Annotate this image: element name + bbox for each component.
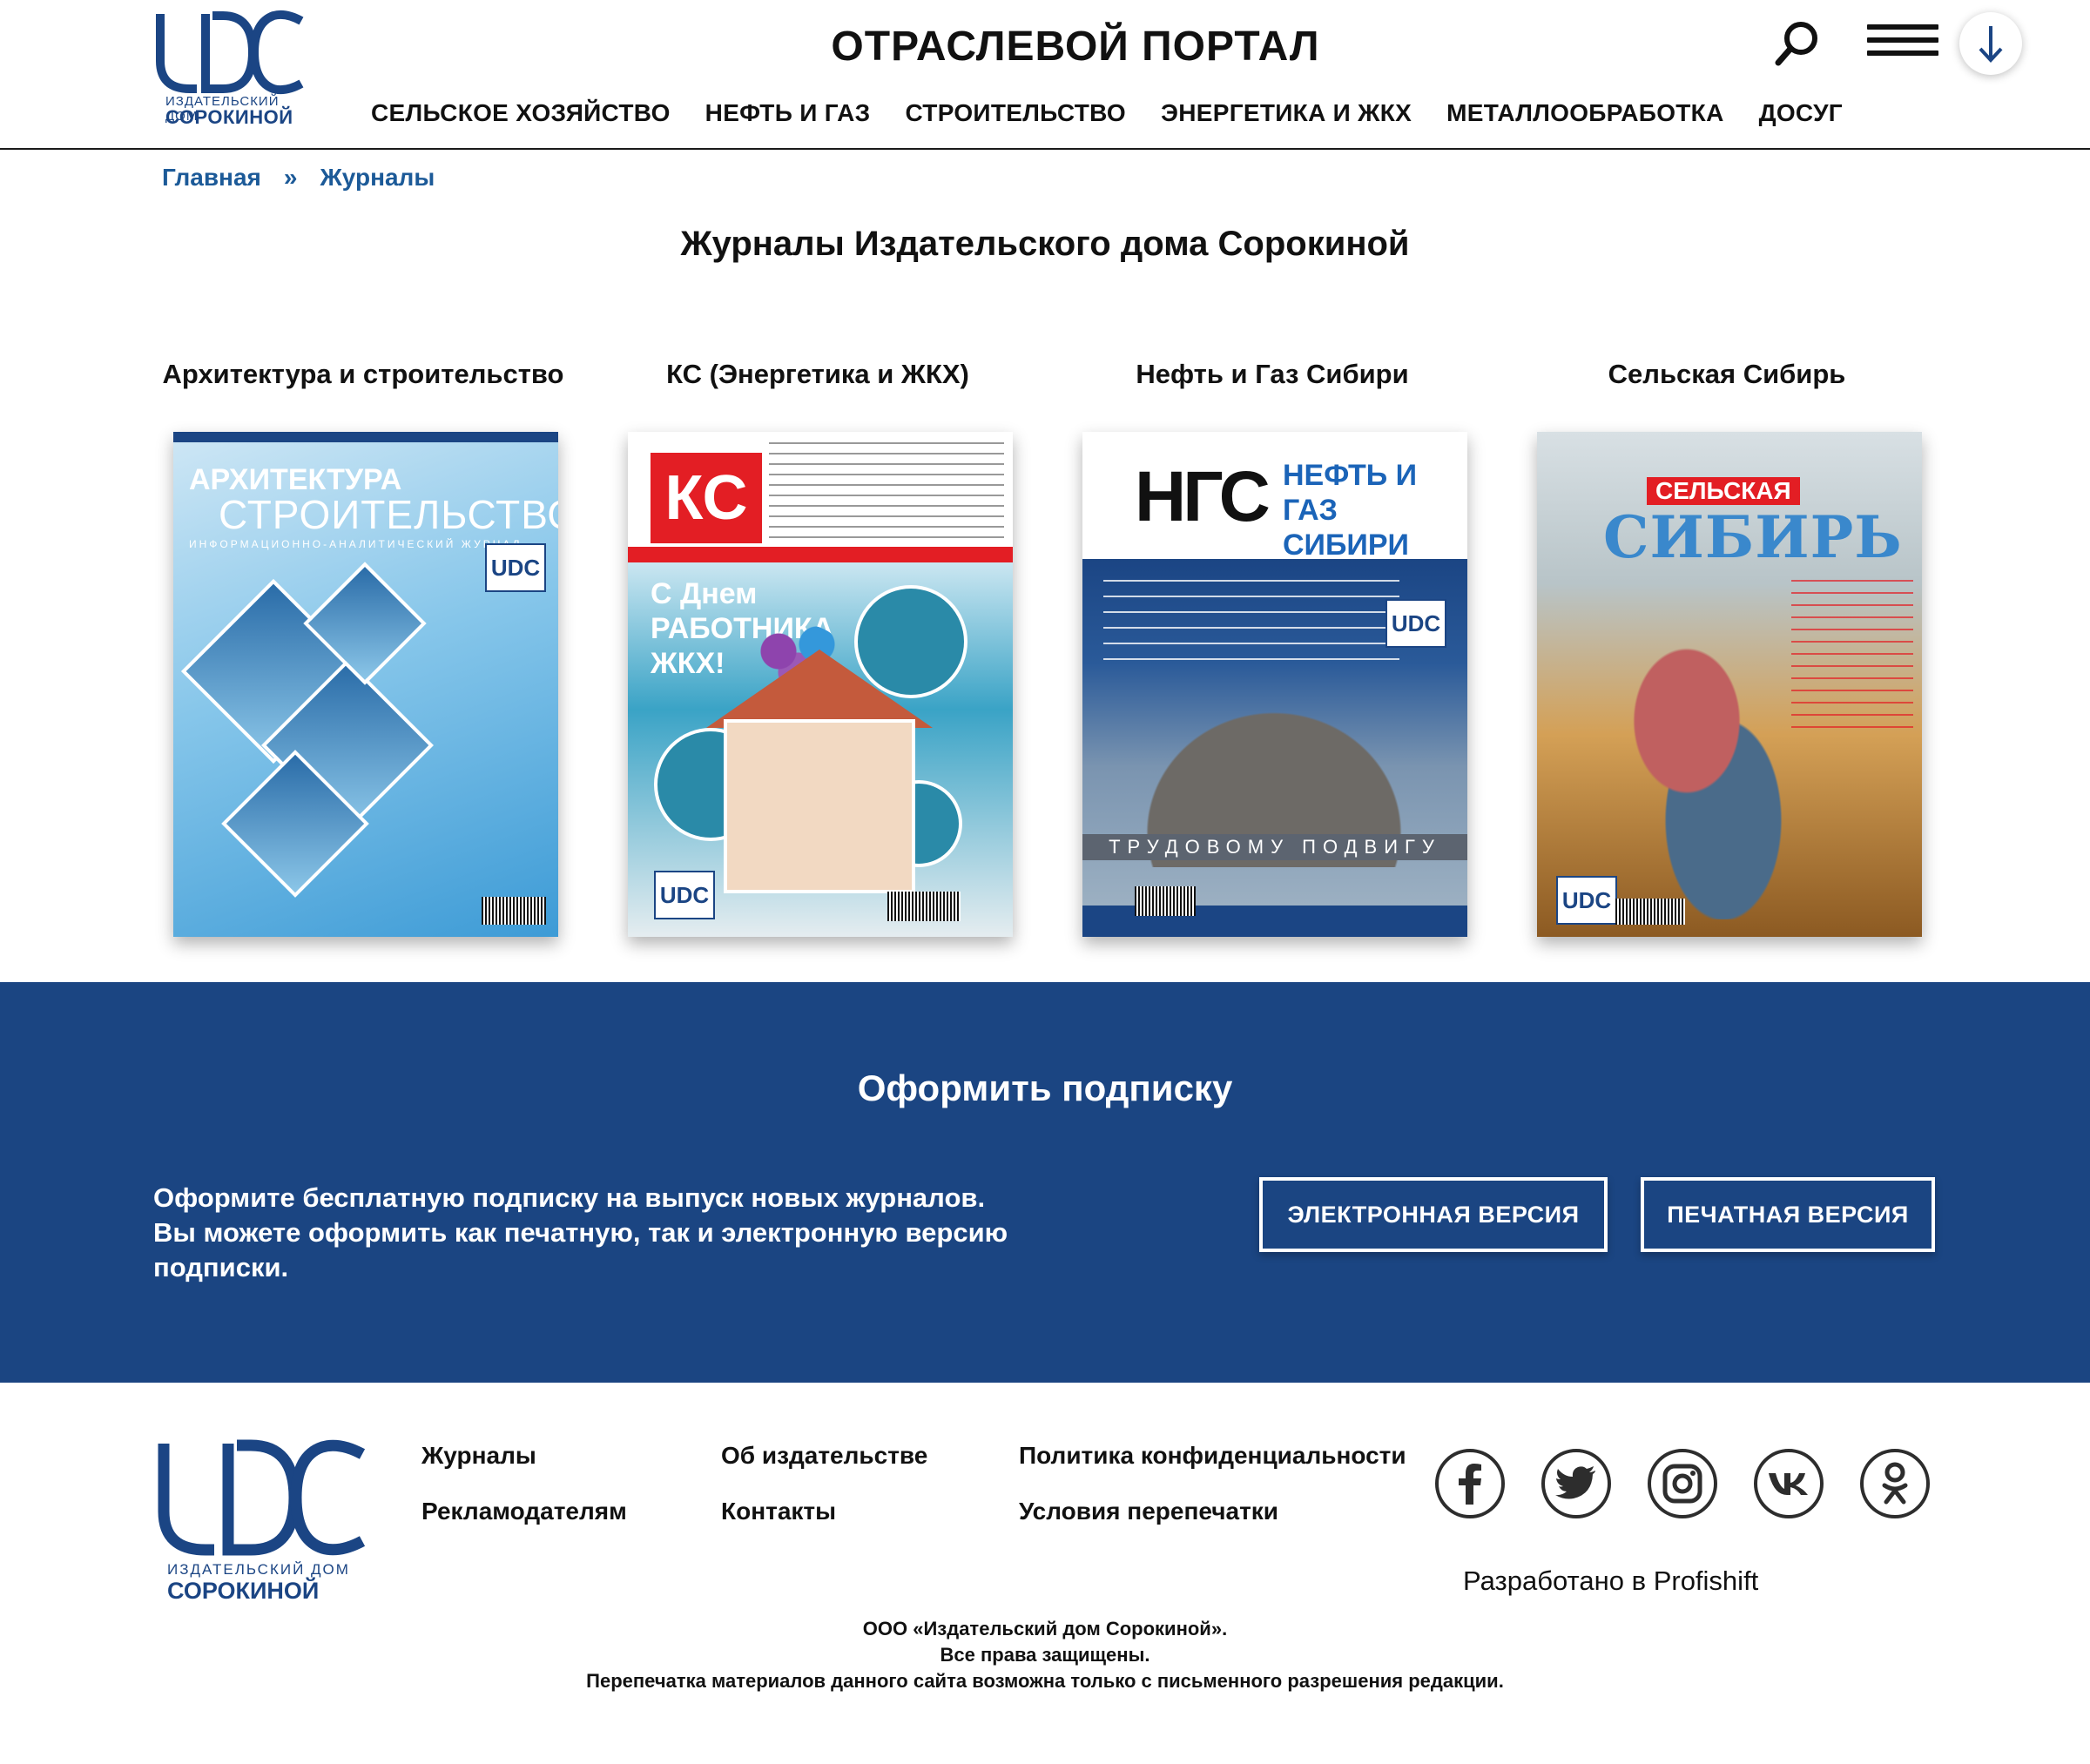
footer-link-advertisers[interactable]: Рекламодателям (421, 1498, 627, 1525)
magazine-cover[interactable]: НГС НЕФТЬ И ГАЗ СИБИРИ UDC ТРУДОВОМУ ПОДВ… (1082, 432, 1467, 937)
cover-title: С Днем (651, 577, 758, 610)
developer-credit[interactable]: Разработано в Profishift (1463, 1565, 1758, 1597)
cover-subtitle: ИНФОРМАЦИОННО-АНАЛИТИЧЕСКИЙ ЖУРНАЛ (189, 538, 522, 550)
udc-logo-icon: UDC (654, 871, 715, 919)
svg-text:СОРОКИНОЙ: СОРОКИНОЙ (167, 1577, 319, 1602)
magazine-title[interactable]: Сельская Сибирь (1522, 359, 1932, 411)
magazine-card[interactable]: Архитектура и строительство АРХИТЕКТУРА … (158, 359, 568, 937)
subscribe-text: Оформите бесплатную подписку на выпуск н… (153, 1182, 1008, 1283)
footer-link-journals[interactable]: Журналы (421, 1442, 536, 1470)
nav-oil-gas[interactable]: НЕФТЬ И ГАЗ (705, 99, 871, 127)
breadcrumb: Главная » Журналы (162, 164, 435, 192)
facebook-icon[interactable] (1435, 1449, 1505, 1518)
breadcrumb-journals[interactable]: Журналы (320, 164, 435, 192)
cover-banner: ТРУДОВОМУ ПОДВИГУ (1082, 834, 1467, 860)
menu-icon[interactable] (1867, 24, 1938, 61)
magazine-title[interactable]: Нефть и Газ Сибири (1068, 359, 1477, 411)
electronic-version-button[interactable]: ЭЛЕКТРОННАЯ ВЕРСИЯ (1259, 1177, 1608, 1252)
legal-rights: Все права защищены. (940, 1644, 1150, 1666)
footer-logo[interactable]: ИЗДАТЕЛЬСКИЙ ДОМ СОРОКИНОЙ (157, 1437, 366, 1604)
breadcrumb-separator: » (283, 164, 298, 191)
footer-link-about[interactable]: Об издательстве (721, 1442, 927, 1470)
legal-notice: ООО «Издательский дом Сорокиной». Все пр… (0, 1616, 2090, 1694)
cover-title: СЕЛЬСКАЯ (1647, 477, 1800, 505)
instagram-icon[interactable] (1648, 1449, 1717, 1518)
svg-text:ИЗДАТЕЛЬСКИЙ ДОМ: ИЗДАТЕЛЬСКИЙ ДОМ (167, 1561, 350, 1578)
legal-reprint: Перепечатка материалов данного сайта воз… (586, 1670, 1504, 1692)
magazine-title[interactable]: Архитектура и строительство (158, 359, 568, 411)
footer-link-reprint[interactable]: Условия перепечатки (1019, 1498, 1278, 1525)
portal-title: ОТРАСЛЕВОЙ ПОРТАЛ (831, 24, 1320, 70)
udc-logo-icon: UDC (485, 543, 546, 592)
magazine-cover[interactable]: СЕЛЬСКАЯ СИБИРЬ UDC (1537, 432, 1922, 937)
nav-agriculture[interactable]: СЕЛЬСКОЕ ХОЗЯЙСТВО (371, 99, 671, 127)
subscribe-title: Оформить подписку (857, 1067, 1233, 1108)
main-nav: СЕЛЬСКОЕ ХОЗЯЙСТВО НЕФТЬ И ГАЗ СТРОИТЕЛЬ… (371, 99, 1843, 127)
nav-energy[interactable]: ЭНЕРГЕТИКА И ЖКХ (1161, 99, 1412, 127)
footer-link-contacts[interactable]: Контакты (721, 1498, 836, 1525)
magazine-card[interactable]: Сельская Сибирь СЕЛЬСКАЯ СИБИРЬ UDC (1522, 359, 1932, 937)
vk-icon[interactable] (1754, 1449, 1824, 1518)
magazine-card[interactable]: КС (Энергетика и ЖКХ) КС С Днем РАБОТНИКА… (613, 359, 1022, 937)
subscribe-section: Оформить подписку Оформите бесплатную по… (0, 982, 2090, 1383)
print-version-button[interactable]: ПЕЧАТНАЯ ВЕРСИЯ (1641, 1177, 1935, 1252)
udc-logo-icon (156, 10, 304, 95)
nav-metalworking[interactable]: МЕТАЛЛООБРАБОТКА (1446, 99, 1723, 127)
magazine-card[interactable]: Нефть и Газ Сибири НГС НЕФТЬ И ГАЗ СИБИРИ… (1068, 359, 1477, 937)
nav-construction[interactable]: СТРОИТЕЛЬСТВО (905, 99, 1126, 127)
udc-logo-icon: UDC (1556, 876, 1617, 925)
udc-logo-icon: UDC (1385, 599, 1446, 648)
footer-link-privacy[interactable]: Политика конфиденциальности (1019, 1442, 1406, 1470)
page-title: Журналы Издательского дома Сорокиной (680, 225, 1410, 263)
magazine-title[interactable]: КС (Энергетика и ЖКХ) (613, 359, 1022, 411)
site-header: ИЗДАТЕЛЬСКИЙ ДОМ СОРОКИНОЙ ОТРАСЛЕВОЙ ПО… (0, 0, 2090, 150)
cover-logo: НГС (1135, 457, 1271, 536)
odnoklassniki-icon[interactable] (1860, 1449, 1930, 1518)
nav-leisure[interactable]: ДОСУГ (1759, 99, 1843, 127)
logo-name: СОРОКИНОЙ (165, 106, 293, 128)
magazine-cover[interactable]: АРХИТЕКТУРА СТРОИТЕЛЬСТВО ИНФОРМАЦИОННО-… (173, 432, 558, 937)
cover-logo: КС (651, 453, 762, 543)
cover-title: СИБИРИ (1283, 529, 1409, 562)
breadcrumb-home[interactable]: Главная (162, 164, 261, 192)
legal-company: ООО «Издательский дом Сорокиной». (862, 1618, 1228, 1639)
cover-title: СТРОИТЕЛЬСТВО (219, 492, 558, 537)
search-icon[interactable] (1773, 19, 1822, 68)
cover-title: НЕФТЬ И ГАЗ (1283, 459, 1418, 527)
udc-logo-icon: ИЗДАТЕЛЬСКИЙ ДОМ СОРОКИНОЙ (158, 1439, 366, 1604)
arrow-down-icon[interactable] (1959, 12, 2022, 75)
twitter-icon[interactable] (1541, 1449, 1611, 1518)
cover-title: СИБИРЬ (1603, 503, 1903, 571)
magazine-cover[interactable]: КС С Днем РАБОТНИКА ЖКХ! UDC (628, 432, 1013, 937)
